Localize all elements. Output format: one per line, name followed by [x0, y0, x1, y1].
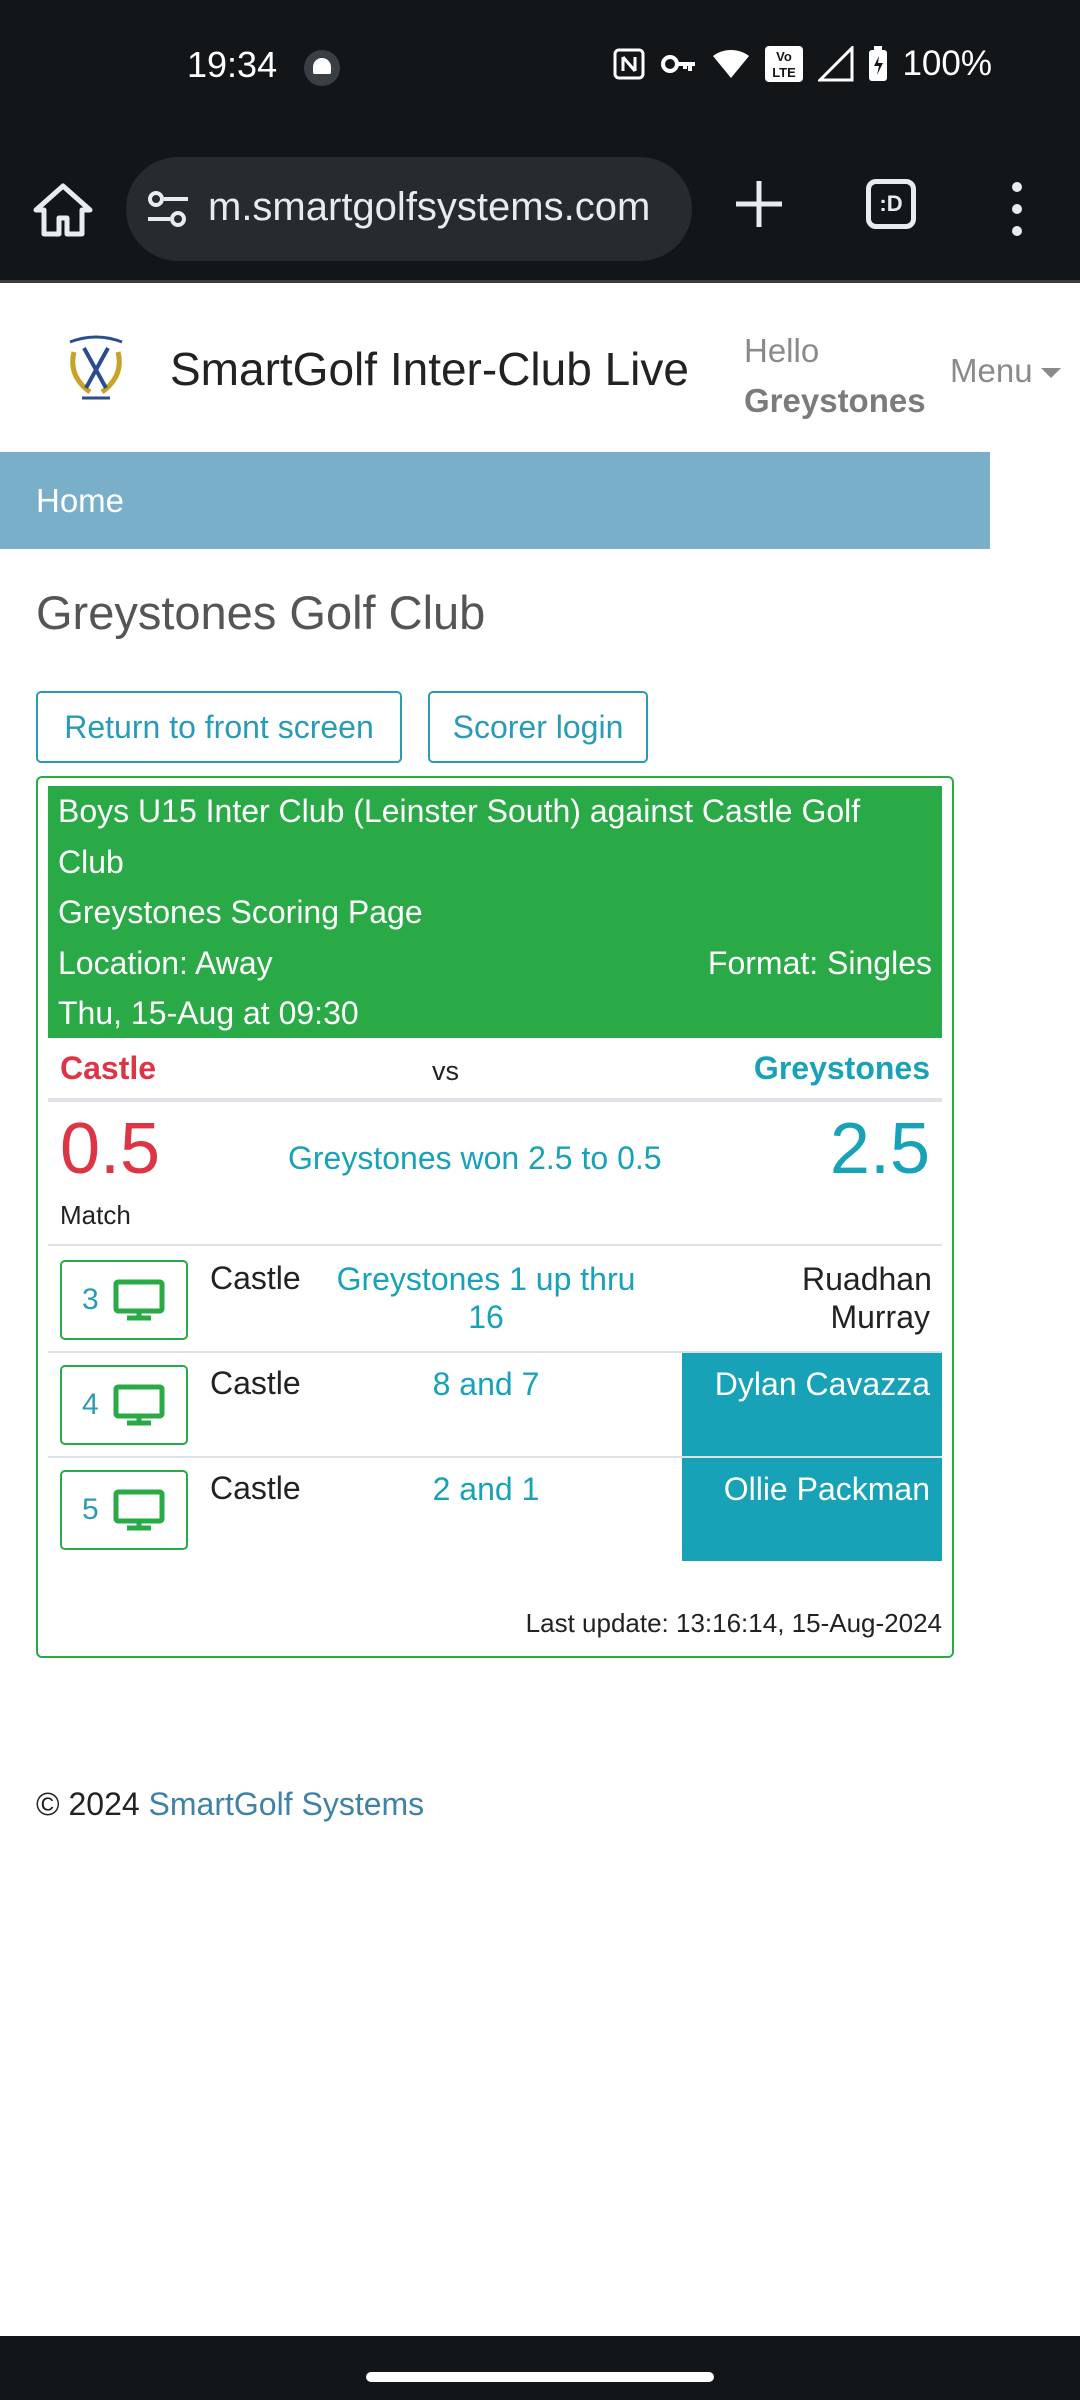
game-result: 8 and 7 [432, 1366, 540, 1402]
key-icon [661, 55, 696, 73]
user-greeting: Hello Greystones [744, 326, 926, 426]
game-player: Ruadhan Murray [802, 1261, 932, 1335]
address-bar[interactable]: m.smartgolfsystems.com [126, 157, 692, 261]
gesture-nav-bar [0, 2336, 1080, 2400]
match-meta-row: Location: Away Format: Singles [58, 938, 932, 989]
breadcrumb: Home [0, 452, 990, 549]
monitor-icon [113, 1279, 165, 1321]
page-title: Greystones Golf Club [36, 586, 486, 639]
hello-label: Hello [744, 332, 820, 369]
status-time: 19:34 [187, 44, 278, 85]
home-icon[interactable] [30, 180, 96, 240]
match-header: Boys U15 Inter Club (Leinster South) aga… [48, 786, 942, 1038]
status-bar: 19:34 Vo LTE 100% [0, 0, 1080, 135]
match-date: Thu, 15-Aug at 09:30 [58, 995, 359, 1031]
game-view-button[interactable]: 5 [60, 1470, 188, 1550]
game-number: 3 [82, 1283, 99, 1316]
match-title: Boys U15 Inter Club (Leinster South) aga… [58, 793, 861, 880]
game-opponent: Castle [210, 1470, 301, 1506]
app-notification-icon [304, 50, 340, 86]
status-icons: Vo LTE 100% [612, 44, 992, 84]
tab-switcher-button[interactable]: :D [866, 179, 916, 229]
match-result: Greystones won 2.5 to 0.5 [288, 1140, 662, 1176]
wifi-icon [713, 50, 750, 78]
match-subtitle: Greystones Scoring Page [58, 894, 423, 930]
game-result: Greystones 1 up thru 16 [336, 1261, 636, 1335]
site-settings-icon[interactable] [146, 189, 190, 229]
game-player: Dylan Cavazza [682, 1353, 942, 1456]
footer-link[interactable]: SmartGolf Systems [149, 1786, 425, 1822]
menu-dropdown[interactable]: Menu [950, 352, 1061, 390]
browser-toolbar: m.smartgolfsystems.com :D [0, 135, 1080, 283]
monitor-icon [113, 1489, 165, 1531]
vs-label: vs [432, 1056, 459, 1086]
signal-icon [818, 46, 854, 82]
nfc-icon [613, 48, 645, 80]
volte-icon: VoLTE [765, 46, 804, 82]
monitor-icon [113, 1384, 165, 1426]
gesture-handle[interactable] [366, 2372, 714, 2382]
match-card: Boys U15 Inter Club (Leinster South) aga… [36, 776, 954, 1658]
last-update: Last update: 13:16:14, 15-Aug-2024 [525, 1608, 942, 1638]
site-header: SmartGolf Inter-Club Live Hello Greyston… [0, 286, 1080, 452]
battery-level: 100% [902, 44, 992, 83]
svg-text:LTE: LTE [773, 65, 797, 80]
game-player: Ollie Packman [682, 1458, 942, 1561]
score-label: Match [60, 1200, 131, 1230]
game-row: 4 Castle 8 and 7 Dylan Cavazza [48, 1353, 942, 1458]
copyright: © 2024 [36, 1786, 140, 1822]
teams-row: Castle vs Greystones [48, 1046, 942, 1102]
club-logo[interactable] [60, 332, 132, 404]
score-right: 2.5 [829, 1109, 930, 1189]
game-number: 5 [82, 1493, 99, 1526]
team-right: Greystones [753, 1050, 930, 1086]
battery-icon [869, 46, 888, 81]
match-format: Format: Singles [707, 944, 932, 981]
breadcrumb-home-link[interactable]: Home [36, 482, 124, 520]
game-row: 5 Castle 2 and 1 Ollie Packman [48, 1458, 942, 1563]
game-row: 3 Castle Greystones 1 up thru 16 Ruadhan… [48, 1248, 942, 1353]
user-name: Greystones [744, 382, 926, 419]
game-opponent: Castle [210, 1260, 301, 1296]
game-view-button[interactable]: 4 [60, 1365, 188, 1445]
game-opponent: Castle [210, 1365, 301, 1401]
site-title: SmartGolf Inter-Club Live [170, 343, 689, 395]
score-left: 0.5 [60, 1109, 161, 1189]
plus-icon[interactable] [732, 177, 786, 231]
team-left: Castle [60, 1050, 157, 1086]
footer: © 2024 SmartGolf Systems [36, 1786, 424, 1823]
game-result: 2 and 1 [432, 1471, 540, 1507]
game-number: 4 [82, 1388, 99, 1421]
svg-text:Vo: Vo [777, 49, 793, 64]
kebab-icon[interactable] [1000, 179, 1034, 239]
scorer-login-button[interactable]: Scorer login [428, 691, 648, 763]
match-location: Location: Away [58, 944, 273, 981]
url-text: m.smartgolfsystems.com [208, 185, 651, 229]
score-row: 0.5 Match Greystones won 2.5 to 0.5 2.5 [48, 1102, 942, 1246]
game-view-button[interactable]: 3 [60, 1260, 188, 1340]
return-front-button[interactable]: Return to front screen [36, 691, 402, 763]
